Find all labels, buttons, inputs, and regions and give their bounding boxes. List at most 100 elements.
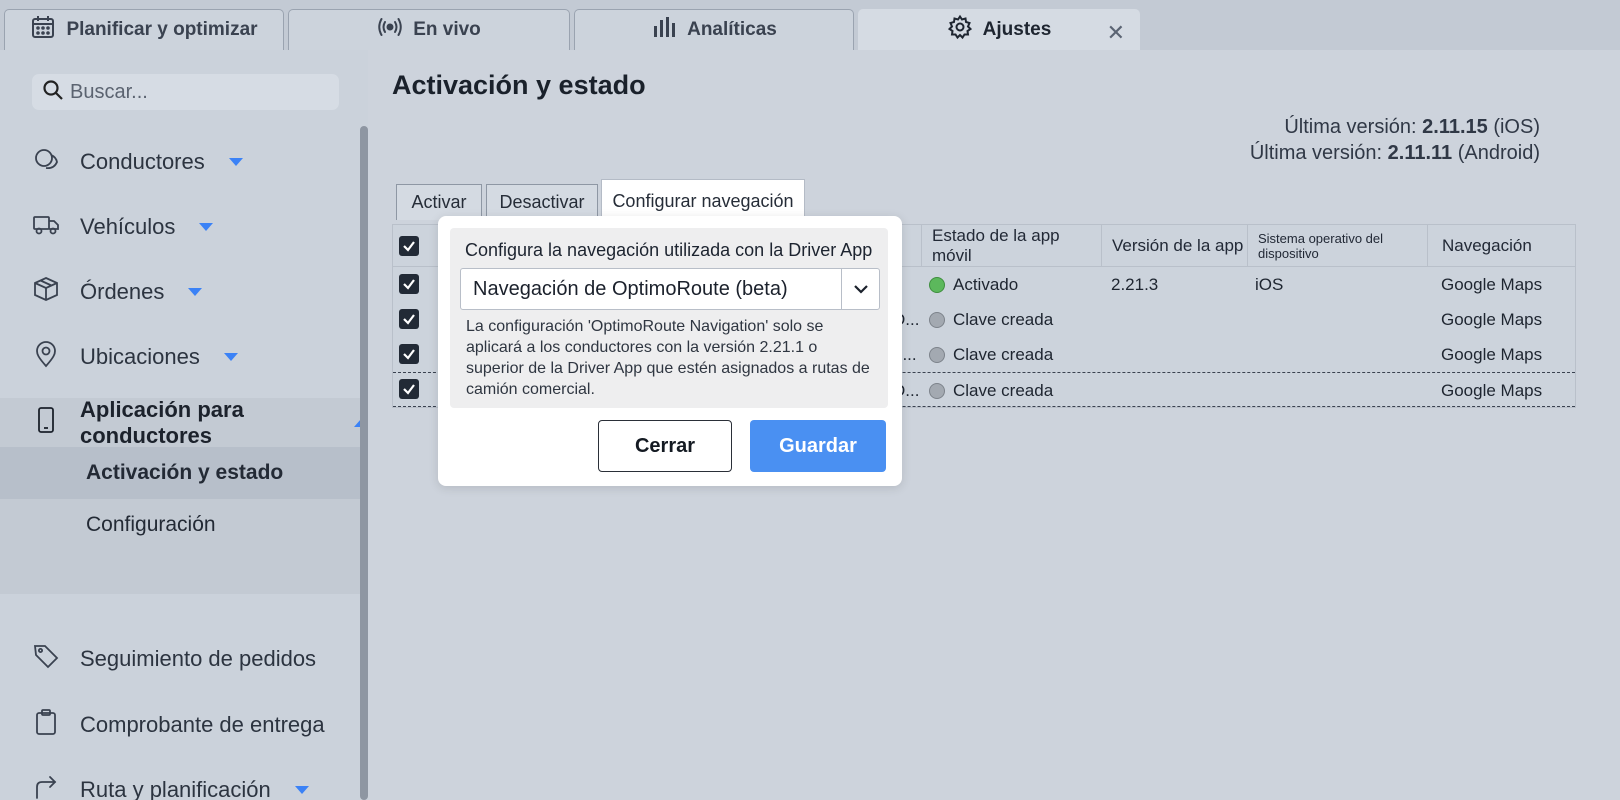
search-input[interactable] (70, 80, 330, 104)
status-dot (929, 382, 945, 399)
chevron-down-icon (228, 158, 243, 166)
chevron-down-icon (188, 288, 203, 296)
map-pin-icon (32, 340, 60, 374)
sidebar-subitem-activacion[interactable]: Activación y estado (0, 447, 368, 499)
search-box[interactable] (32, 74, 339, 110)
header-navegacion[interactable]: Navegación (1427, 225, 1577, 267)
tab-label: Ajustes (982, 19, 1052, 40)
top-tab-bar: Planificar y optimizar En vivo Analítica… (0, 0, 1620, 50)
sidebar-item-comprobante[interactable]: Comprobante de entrega (0, 695, 368, 755)
header-sistema-operativo[interactable]: Sistema operativo del dispositivo (1247, 225, 1427, 267)
dialog-note: La configuración 'OptimoRoute Navigation… (466, 318, 870, 398)
status-text: Clave creada (953, 309, 1054, 329)
android-version-value: 2.11.11 (1387, 142, 1453, 164)
navigation-select[interactable]: Navegación de OptimoRoute (beta) (460, 268, 880, 310)
status-dot (929, 346, 945, 363)
tab-ajustes[interactable]: Ajustes ✕ (858, 9, 1140, 50)
sidebar-scrollbar[interactable] (360, 126, 368, 800)
page-title: Activación y estado (392, 70, 646, 100)
tab-activar[interactable]: Activar (396, 184, 482, 220)
sidebar-item-label: Conductores (80, 149, 205, 174)
sidebar-item-ordenes[interactable]: Órdenes (0, 262, 368, 322)
header-version[interactable]: Versión de la app (1101, 225, 1247, 267)
header-estado[interactable]: Estado de la app móvil (921, 225, 1101, 267)
version-prefix: Última versión: (1284, 116, 1417, 138)
tab-en-vivo[interactable]: En vivo (288, 9, 570, 50)
row-checkbox[interactable] (399, 309, 419, 329)
route-arrow-icon (32, 773, 60, 800)
ios-label: (iOS) (1493, 116, 1540, 138)
status-text: Activado (953, 274, 1019, 294)
app-version-cell: 2.21.3 (1111, 274, 1159, 294)
tab-analiticas[interactable]: Analíticas (574, 9, 854, 50)
navigation-cell: Google Maps (1441, 380, 1543, 400)
select-all-checkbox[interactable] (399, 236, 419, 256)
android-version-line: Última versión: 2.11.11 (Android) (1250, 140, 1540, 166)
sidebar-item-label: Seguimiento de pedidos (80, 646, 317, 671)
chevron-down-icon (294, 786, 309, 794)
sidebar-subitem-label: Configuración (86, 513, 216, 536)
tab-label: Planificar y optimizar (66, 19, 258, 40)
status-dot (929, 276, 945, 293)
status-text: Clave creada (953, 344, 1054, 364)
phone-icon (32, 406, 60, 440)
navigation-cell: Google Maps (1441, 344, 1543, 364)
sidebar-item-label: Ruta y planificación (80, 777, 271, 800)
dialog-label: Configura la navegación utilizada con la… (465, 240, 873, 260)
navigation-cell: Google Maps (1441, 309, 1543, 329)
row-checkbox[interactable] (399, 344, 419, 364)
tab-label: En vivo (413, 19, 481, 40)
version-prefix: Última versión: (1249, 142, 1383, 164)
sidebar: Conductores Vehículos Órdenes Ubicacione… (0, 50, 368, 800)
navigation-select-value: Navegación de OptimoRoute (beta) (473, 277, 788, 300)
broadcast-icon (377, 14, 403, 46)
os-cell: iOS (1255, 274, 1284, 294)
tab-planificar[interactable]: Planificar y optimizar (4, 9, 284, 50)
chevron-down-icon (199, 223, 214, 231)
row-checkbox[interactable] (399, 379, 419, 399)
row-checkbox[interactable] (399, 274, 419, 294)
clipboard-icon (32, 708, 60, 742)
ios-version-value: 2.11.15 (1422, 116, 1488, 138)
sidebar-item-vehiculos[interactable]: Vehículos (0, 197, 368, 257)
dialog-panel: Configura la navegación utilizada con la… (450, 228, 888, 408)
close-icon[interactable]: ✕ (1107, 20, 1125, 46)
sidebar-item-aplicacion-conductores[interactable]: Aplicación para conductores (0, 393, 368, 453)
status-cell: Clave creada (929, 337, 1053, 372)
status-cell: Clave creada (929, 373, 1053, 408)
tag-icon (32, 642, 60, 676)
android-label: (Android) (1457, 142, 1540, 164)
navigation-cell: Google Maps (1441, 274, 1543, 294)
status-cell: Clave creada (929, 302, 1053, 337)
sidebar-item-label: Ubicaciones (80, 344, 200, 369)
bar-chart-icon (651, 14, 677, 46)
gear-icon (947, 14, 973, 46)
sidebar-item-ruta[interactable]: Ruta y planificación (0, 760, 368, 800)
drivers-icon (32, 145, 60, 179)
search-icon (42, 79, 64, 106)
ios-version-line: Última versión: 2.11.15 (iOS) (1250, 114, 1540, 140)
chevron-down-icon (223, 353, 238, 361)
configure-navigation-dialog: Configura la navegación utilizada con la… (438, 216, 902, 486)
latest-version-info: Última versión: 2.11.15 (iOS) Última ver… (1250, 114, 1540, 166)
tab-label: Analíticas (687, 19, 777, 40)
chevron-down-icon[interactable] (841, 269, 879, 309)
sidebar-item-label: Vehículos (80, 214, 176, 239)
status-text: Clave creada (953, 380, 1054, 400)
sidebar-subitem-configuracion[interactable]: Configuración (0, 499, 368, 551)
sidebar-item-ubicaciones[interactable]: Ubicaciones (0, 327, 368, 387)
save-button[interactable]: Guardar (750, 420, 886, 472)
tab-desactivar[interactable]: Desactivar (486, 184, 598, 220)
sidebar-item-label: Órdenes (80, 279, 165, 304)
sidebar-subitem-label: Activación y estado (86, 461, 284, 484)
cancel-button[interactable]: Cerrar (598, 420, 732, 472)
status-cell: Activado (929, 267, 1018, 302)
status-dot (929, 311, 945, 328)
sidebar-item-label: Comprobante de entrega (80, 712, 325, 737)
box-icon (32, 275, 60, 309)
sidebar-item-label: Aplicación para conductores (80, 397, 244, 448)
sidebar-item-seguimiento[interactable]: Seguimiento de pedidos (0, 629, 368, 689)
truck-icon (32, 210, 60, 244)
sidebar-item-conductores[interactable]: Conductores (0, 132, 368, 192)
calendar-icon (30, 14, 56, 46)
